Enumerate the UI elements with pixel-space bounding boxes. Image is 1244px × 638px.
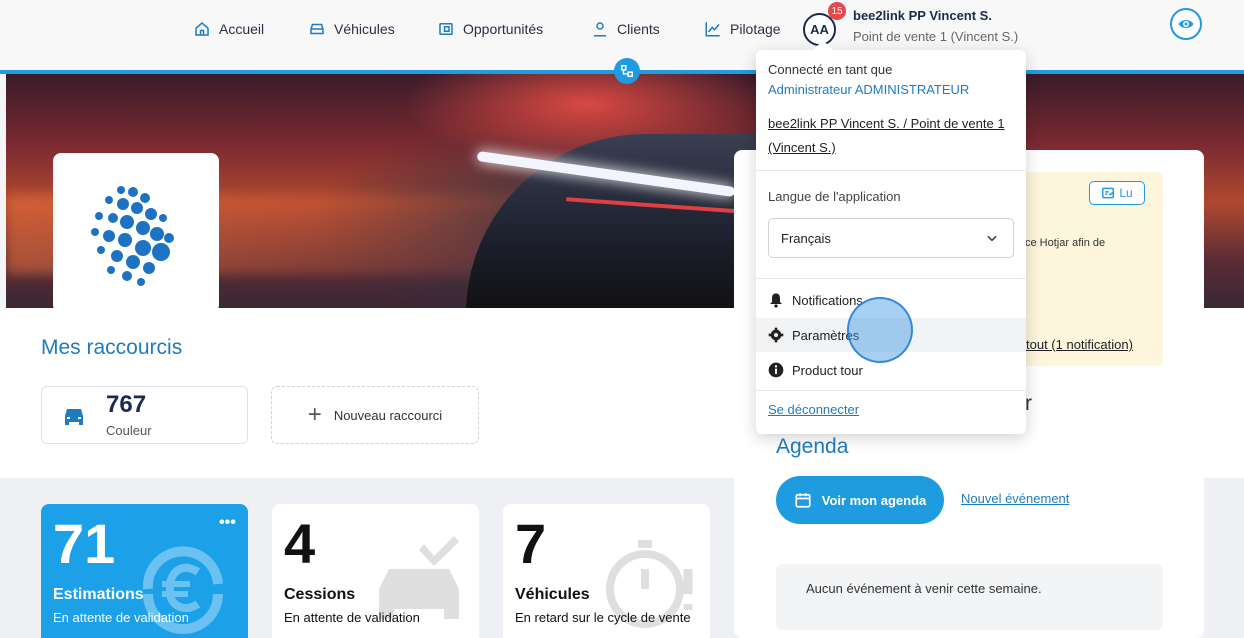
notification-all-link[interactable]: tout (1 notification)	[1026, 337, 1133, 352]
stat-value: 7	[515, 512, 547, 575]
read-icon	[1102, 187, 1115, 199]
no-event-text: Aucun événement à venir cette semaine.	[806, 581, 1042, 596]
agenda-title: Agenda	[776, 435, 849, 458]
nav-label: Pilotage	[730, 21, 781, 37]
stat-title: Estimations	[53, 586, 144, 603]
stat-title: Véhicules	[515, 586, 590, 603]
language-value: Français	[781, 230, 831, 246]
nav-accueil[interactable]: Accueil	[193, 18, 264, 40]
nav-label: Opportunités	[463, 21, 544, 37]
info-icon	[768, 362, 784, 378]
stat-value: 71	[53, 512, 116, 575]
home-icon	[195, 22, 209, 36]
user-icon	[594, 22, 606, 37]
car-icon	[65, 409, 83, 425]
stat-card-estimations[interactable]: 71 ••• Estimations En attente de validat…	[41, 504, 248, 638]
hub-icon[interactable]	[614, 58, 640, 84]
preview-button[interactable]	[1170, 8, 1202, 40]
company-logo-icon	[91, 186, 174, 286]
wallet-icon	[439, 23, 453, 35]
stat-subtitle: En attente de validation	[53, 610, 189, 625]
store-link[interactable]: bee2link PP Vincent S. / Point de vente …	[768, 112, 1016, 160]
connected-as-label: Connecté en tant que	[768, 62, 893, 77]
nav-label: Véhicules	[334, 21, 395, 37]
car-icon	[310, 23, 324, 35]
bell-icon	[770, 293, 782, 308]
user-store[interactable]: Point de vente 1 (Vincent S.)	[853, 29, 1018, 44]
more-options-icon[interactable]: •••	[219, 514, 236, 532]
shortcut-label: Couleur	[106, 423, 152, 438]
company-logo-card	[53, 153, 219, 313]
mark-read-button[interactable]: Lu	[1089, 181, 1145, 205]
chevron-down-icon	[987, 235, 997, 242]
view-agenda-label: Voir mon agenda	[821, 492, 927, 508]
language-label: Langue de l'application	[768, 189, 901, 204]
click-indicator	[847, 297, 913, 363]
nav-label: Accueil	[219, 21, 265, 37]
nav-pilotage[interactable]: Pilotage	[704, 18, 781, 40]
logout-link[interactable]: Se déconnecter	[768, 402, 859, 417]
nav-opportunites[interactable]: Opportunités	[437, 18, 543, 40]
chart-line-icon	[705, 22, 720, 37]
new-shortcut-button[interactable]: + Nouveau raccourci	[271, 386, 479, 444]
user-role: Administrateur ADMINISTRATEUR	[768, 82, 970, 97]
stat-subtitle: En attente de validation	[284, 610, 420, 625]
divider	[756, 170, 1026, 171]
plus-icon: +	[307, 401, 322, 428]
divider	[756, 390, 1026, 391]
language-select[interactable]: Français	[768, 218, 1014, 258]
mark-read-label: Lu	[1119, 186, 1133, 200]
view-agenda-button[interactable]: Voir mon agenda	[776, 476, 944, 524]
nav-label: Clients	[617, 21, 660, 37]
stat-title: Cessions	[284, 586, 356, 603]
nav-vehicules[interactable]: Véhicules	[308, 18, 395, 40]
divider	[756, 278, 1026, 279]
stat-value: 4	[284, 512, 316, 575]
notification-text: ce Hotjar afin de	[1025, 237, 1106, 249]
user-name[interactable]: bee2link PP Vincent S.	[853, 8, 992, 23]
menu-item-label: Product tour	[792, 362, 863, 378]
shortcut-value: 767	[106, 391, 147, 418]
new-shortcut-label: Nouveau raccourci	[333, 407, 443, 423]
eye-icon	[1178, 20, 1194, 28]
stat-card-vehicules[interactable]: 7 Véhicules En retard sur le cycle de ve…	[503, 504, 710, 638]
stat-subtitle: En retard sur le cycle de vente	[515, 610, 691, 625]
shortcuts-title: Mes raccourcis	[41, 336, 183, 359]
new-event-link[interactable]: Nouvel événement	[961, 491, 1069, 506]
stat-card-cessions[interactable]: 4 Cessions En attente de validation	[272, 504, 479, 638]
calendar-icon	[795, 493, 811, 508]
no-event-box: Aucun événement à venir cette semaine.	[776, 564, 1163, 630]
user-menu-dropdown: Connecté en tant que Administrateur ADMI…	[756, 40, 1026, 434]
nav-clients[interactable]: Clients	[591, 18, 660, 40]
shortcut-couleur[interactable]: 767 Couleur	[41, 386, 248, 444]
menu-item-label: Notifications	[792, 292, 863, 308]
notification-badge: 15	[828, 2, 846, 20]
section-heading-partial: r	[1025, 392, 1032, 415]
gear-icon	[768, 327, 784, 343]
